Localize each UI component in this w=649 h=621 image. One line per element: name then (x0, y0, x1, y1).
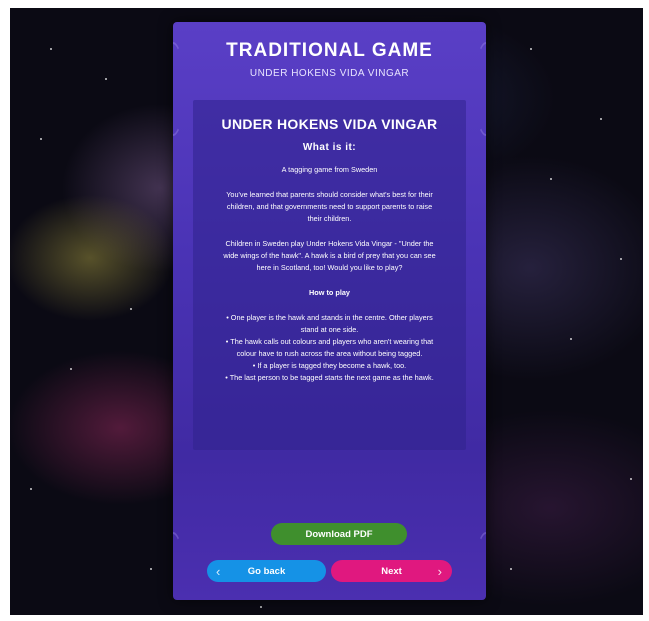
star (510, 568, 512, 570)
rule-line: • The hawk calls out colours and players… (225, 337, 434, 346)
next-button[interactable]: Next › (331, 560, 452, 582)
paragraph-line: Children in Sweden play Under Hokens Vid… (225, 239, 434, 248)
star (105, 78, 107, 80)
card-title: UNDER HOKENS VIDA VINGAR (221, 116, 438, 132)
chevron-left-icon: ‹ (216, 564, 221, 579)
star (150, 568, 152, 570)
paragraph-line: children, and that governments need to s… (226, 202, 433, 211)
panel-decoration (173, 532, 185, 600)
paragraph-line: here in Scotland, too! Would you like to… (256, 263, 403, 272)
star (260, 606, 262, 608)
next-label: Next (381, 565, 402, 577)
star (600, 118, 602, 120)
game-info-card: UNDER HOKENS VIDA VINGAR What is it: A t… (193, 100, 466, 450)
download-pdf-button[interactable]: Download PDF (271, 523, 407, 545)
star (550, 178, 552, 180)
star (30, 488, 32, 490)
rule-line: • If a player is tagged they become a ha… (252, 361, 407, 370)
star (630, 478, 632, 480)
chevron-right-icon: › (437, 564, 442, 579)
star (70, 368, 72, 370)
star (530, 48, 532, 50)
rule-line: stand at one side. (300, 325, 359, 334)
page-title: TRADITIONAL GAME (226, 40, 433, 61)
star (130, 308, 132, 310)
paragraph-line: You've learned that parents should consi… (226, 190, 433, 199)
rule-line: • One player is the hawk and stands in t… (226, 313, 433, 322)
intro-text: A tagging game from Sweden (281, 165, 378, 174)
rule-line: colour have to rush across the area with… (236, 349, 423, 358)
star (50, 48, 52, 50)
download-pdf-label: Download PDF (305, 528, 373, 540)
go-back-label: Go back (247, 565, 286, 577)
what-is-it-heading: What is it: (302, 142, 357, 153)
page-subtitle: UNDER HOKENS VIDA VINGAR (249, 68, 410, 79)
star (570, 338, 572, 340)
go-back-button[interactable]: ‹ Go back (207, 560, 326, 582)
star (620, 258, 622, 260)
panel-decoration (474, 532, 486, 600)
game-panel: TRADITIONAL GAME UNDER HOKENS VIDA VINGA… (173, 22, 486, 600)
paragraph-line: their children. (307, 214, 352, 223)
star (40, 138, 42, 140)
space-background: TRADITIONAL GAME UNDER HOKENS VIDA VINGA… (10, 8, 643, 615)
how-to-play-heading: How to play (309, 288, 350, 297)
paragraph-line: wide wings of the hawk". A hawk is a bir… (223, 251, 436, 260)
rule-line: • The last person to be tagged starts th… (225, 373, 434, 382)
